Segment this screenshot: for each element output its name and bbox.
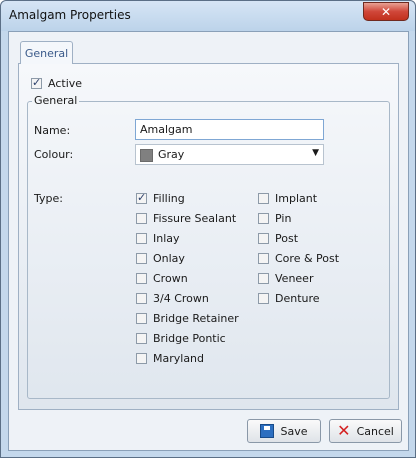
checkbox-label: Onlay [153, 252, 185, 265]
title-bar: Amalgam Properties ✕ [1, 1, 415, 31]
checkbox-label: Core & Post [275, 252, 340, 265]
checkbox-label: Bridge Pontic [153, 332, 226, 345]
checkbox-label: Post [275, 232, 299, 245]
checkbox[interactable] [258, 193, 269, 204]
type-checkbox-crown[interactable]: Crown [136, 272, 188, 285]
type-checkbox-pin[interactable]: Pin [258, 212, 291, 225]
general-group: General Name: Amalgam Colour: Gray ▼ Typ… [27, 94, 390, 399]
window-title: Amalgam Properties [9, 8, 131, 22]
type-checkbox-inlay[interactable]: Inlay [136, 232, 180, 245]
checkbox[interactable] [136, 213, 147, 224]
type-checkbox-bridge-retainer[interactable]: Bridge Retainer [136, 312, 239, 325]
close-button[interactable]: ✕ [363, 2, 409, 21]
checkbox-label: Fissure Sealant [153, 212, 237, 225]
chevron-down-icon: ▼ [312, 148, 319, 158]
checkbox-label: Crown [153, 272, 188, 285]
checkbox[interactable] [136, 353, 147, 364]
active-checkbox[interactable] [31, 76, 42, 89]
floppy-disk-icon [260, 424, 275, 438]
checkbox[interactable] [258, 253, 269, 264]
type-checkbox-three-quarter-crown[interactable]: 3/4 Crown [136, 292, 209, 305]
cancel-button-label: Cancel [356, 424, 394, 438]
checkbox-label: Pin [275, 212, 292, 225]
colour-dropdown[interactable]: Gray ▼ [135, 144, 324, 165]
type-checkbox-onlay[interactable]: Onlay [136, 252, 185, 265]
checkbox[interactable] [136, 273, 147, 284]
close-icon: ✕ [380, 4, 392, 19]
checkbox[interactable] [136, 313, 147, 324]
checkbox[interactable] [258, 273, 269, 284]
type-checkbox-implant[interactable]: Implant [258, 192, 317, 205]
type-checkbox-filling[interactable]: Filling [136, 191, 185, 205]
properties-window: Amalgam Properties ✕ General Active Gene… [0, 0, 416, 458]
colour-value: Gray [158, 148, 185, 161]
checkbox[interactable] [258, 233, 269, 244]
type-checkbox-bridge-pontic[interactable]: Bridge Pontic [136, 332, 226, 345]
checkbox-label: Implant [275, 192, 318, 205]
colour-label: Colour: [34, 148, 74, 161]
checkbox[interactable] [136, 333, 147, 344]
checkbox-label: 3/4 Crown [153, 292, 209, 305]
type-label: Type: [34, 192, 63, 205]
type-checkbox-fissure-sealant[interactable]: Fissure Sealant [136, 212, 236, 225]
type-checkbox-maryland[interactable]: Maryland [136, 352, 204, 365]
checkbox[interactable] [136, 233, 147, 244]
checkbox-label: Inlay [153, 232, 180, 245]
checkbox[interactable] [136, 253, 147, 264]
type-checkbox-denture[interactable]: Denture [258, 292, 320, 305]
checkbox-label: Veneer [275, 272, 314, 285]
save-button-label: Save [280, 424, 308, 438]
checkbox-label: Bridge Retainer [153, 312, 239, 325]
active-label: Active [48, 77, 83, 90]
type-checkbox-veneer[interactable]: Veneer [258, 272, 313, 285]
checkbox-label: Denture [275, 292, 320, 305]
tab-general[interactable]: General [20, 41, 73, 64]
close-icon: ✕ [337, 421, 351, 440]
cancel-button[interactable]: ✕ Cancel [329, 419, 402, 443]
save-button[interactable]: Save [247, 419, 321, 443]
checkbox[interactable] [136, 191, 147, 204]
checkbox[interactable] [136, 293, 147, 304]
dialog-body: General Active General Name: Amalgam Col… [8, 31, 409, 451]
tab-panel-general: Active General Name: Amalgam Colour: Gra… [18, 63, 399, 410]
name-label: Name: [34, 124, 71, 137]
name-field[interactable]: Amalgam [135, 119, 324, 140]
checkbox[interactable] [258, 213, 269, 224]
colour-swatch [140, 149, 153, 162]
active-checkbox-row[interactable]: Active [31, 76, 83, 90]
checkbox-label: Maryland [153, 352, 205, 365]
type-checkbox-core-and-post[interactable]: Core & Post [258, 252, 339, 265]
checkbox-label: Filling [153, 192, 185, 205]
type-checkbox-post[interactable]: Post [258, 232, 298, 245]
checkbox[interactable] [258, 293, 269, 304]
group-title: General [32, 94, 80, 107]
